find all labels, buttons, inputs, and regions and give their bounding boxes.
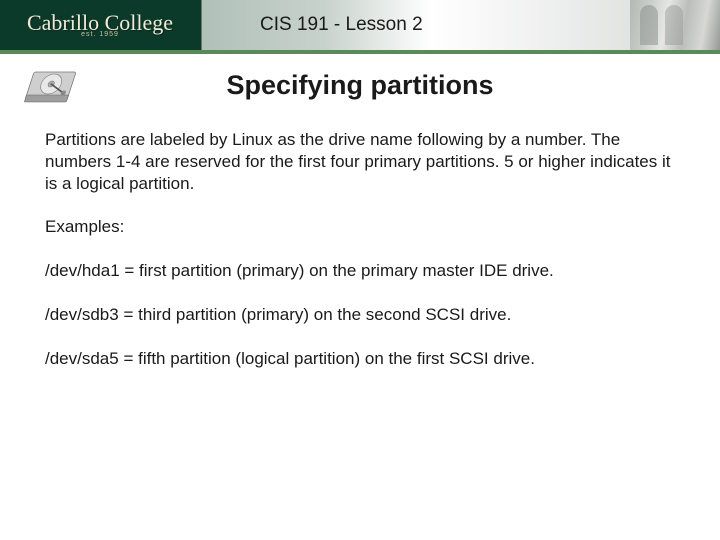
- example-2: /dev/sdb3 = third partition (primary) on…: [45, 304, 675, 326]
- hard-drive-icon: [22, 66, 82, 108]
- example-1: /dev/hda1 = first partition (primary) on…: [45, 260, 675, 282]
- banner-photo: [630, 0, 720, 50]
- logo-text: Cabrillo College: [27, 13, 173, 33]
- logo-est: est. 1959: [81, 31, 119, 38]
- college-logo: Cabrillo College est. 1959: [0, 0, 200, 50]
- slide-title: Specifying partitions: [45, 70, 675, 101]
- body-text: Partitions are labeled by Linux as the d…: [45, 129, 675, 369]
- slide-content: Specifying partitions Partitions are lab…: [0, 54, 720, 369]
- intro-paragraph: Partitions are labeled by Linux as the d…: [45, 129, 675, 194]
- example-3: /dev/sda5 = fifth partition (logical par…: [45, 348, 675, 370]
- examples-label: Examples:: [45, 216, 675, 238]
- course-title: CIS 191 - Lesson 2: [260, 14, 423, 36]
- header-banner: Cabrillo College est. 1959 CIS 191 - Les…: [0, 0, 720, 50]
